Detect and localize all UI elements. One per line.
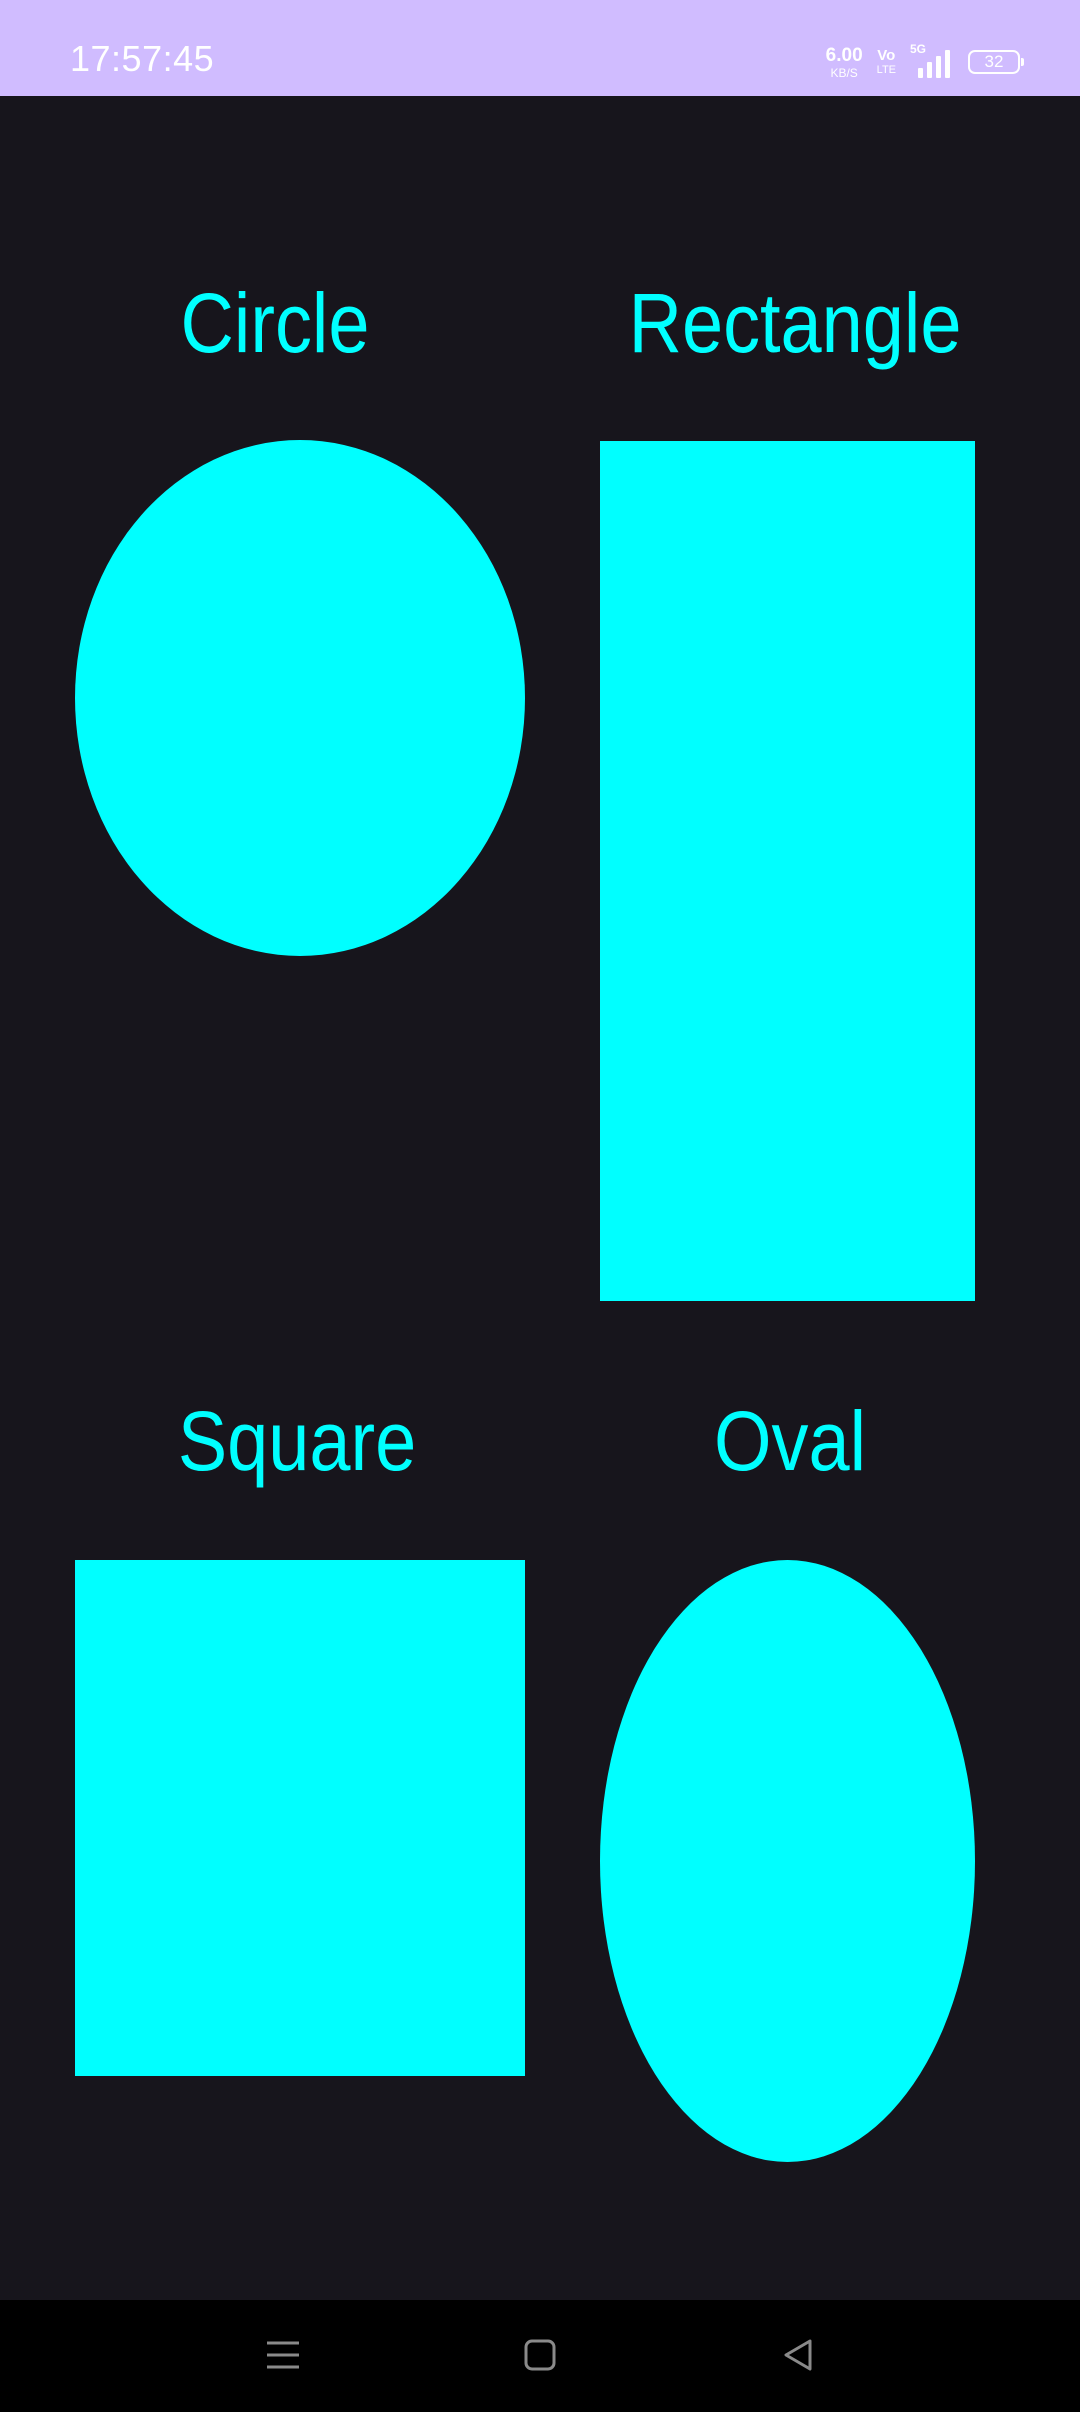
circle-shape bbox=[75, 440, 525, 956]
square-label: Square bbox=[177, 1394, 417, 1488]
rectangle-shape bbox=[600, 441, 975, 1301]
menu-icon bbox=[267, 2341, 299, 2369]
signal-bar bbox=[918, 68, 923, 78]
signal-bar bbox=[936, 56, 941, 78]
volte-top-label: Vo bbox=[877, 47, 896, 64]
back-icon bbox=[784, 2339, 812, 2371]
network-speed-value: 6.00 bbox=[825, 44, 863, 66]
signal-strength-icon: 5G bbox=[910, 42, 954, 78]
signal-bar bbox=[927, 62, 932, 78]
home-button[interactable] bbox=[510, 2330, 570, 2380]
square-shape bbox=[75, 1560, 525, 2076]
home-icon bbox=[524, 2339, 556, 2371]
menu-button[interactable] bbox=[253, 2330, 313, 2380]
battery-level: 32 bbox=[984, 52, 1004, 71]
oval-label: Oval bbox=[714, 1394, 866, 1488]
status-bar: 17:57:45 6.00 KB/S Vo LTE 5G 32 bbox=[0, 0, 1080, 96]
network-speed: 6.00 KB/S bbox=[826, 46, 863, 79]
status-time: 17:57:45 bbox=[70, 38, 215, 79]
navigation-bar bbox=[0, 2300, 1080, 2412]
network-type-label: 5G bbox=[910, 42, 927, 56]
circle-label: Circle bbox=[180, 276, 370, 370]
volte-icon: Vo LTE bbox=[877, 48, 896, 76]
back-button[interactable] bbox=[768, 2330, 828, 2380]
battery-icon: 32 bbox=[968, 50, 1024, 74]
signal-bar bbox=[945, 50, 950, 78]
volte-bottom-label: LTE bbox=[876, 64, 896, 76]
status-icons: 6.00 KB/S Vo LTE 5G 32 bbox=[826, 42, 1024, 82]
app-screen: 17:57:45 6.00 KB/S Vo LTE 5G 32 Circle R… bbox=[0, 0, 1080, 2412]
oval-shape bbox=[600, 1560, 975, 2162]
network-speed-unit: KB/S bbox=[830, 65, 858, 80]
rectangle-label: Rectangle bbox=[628, 276, 962, 370]
